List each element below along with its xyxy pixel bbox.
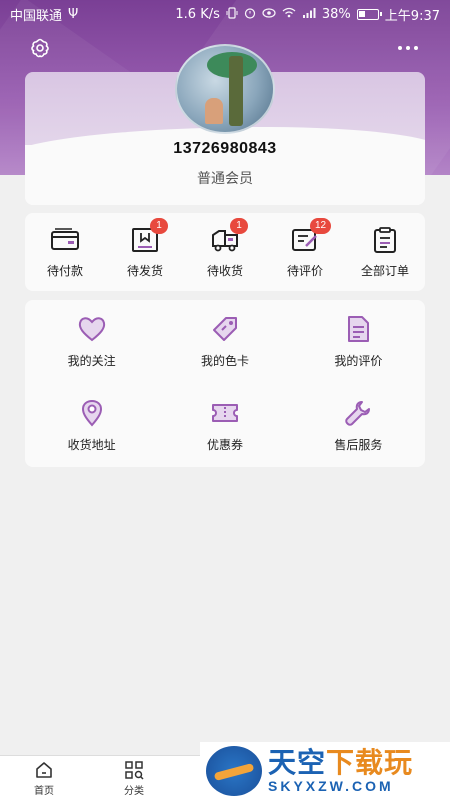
order-all[interactable]: 全部订单 [346,217,424,287]
location-pin-icon [81,399,102,427]
watermark-title: 天空下载玩 [268,748,413,778]
service-label: 收货地址 [67,437,116,452]
badge-count: 12 [310,217,332,234]
order-pending-review[interactable]: 12 待评价 [266,217,344,287]
signal-icon [302,7,316,21]
order-label: 待发货 [126,263,163,278]
nav-category[interactable]: 分类 [104,760,164,797]
service-favorites[interactable]: 我的关注 [25,300,158,384]
home-icon [36,762,52,778]
wrench-icon [345,400,371,426]
user-phone: 13726980843 [173,140,277,157]
order-label: 全部订单 [360,263,409,278]
clipboard-icon [374,226,396,253]
more-options-button[interactable] [394,40,422,56]
services-grid: 我的关注 我的色卡 我的评价 收货地址 优惠券 售后服务 [25,300,425,467]
service-label: 我的评价 [334,354,383,369]
service-address[interactable]: 收货地址 [25,384,158,468]
nav-label: 分类 [124,786,144,797]
watermark-text: 天空下载玩 SKYXZW.COM [268,748,413,795]
watermark-logo [206,746,262,796]
service-after-sales[interactable]: 售后服务 [292,384,425,468]
badge-count: 1 [150,217,168,234]
watermark-title-b: 下载玩 [326,746,414,779]
carrier-label: 中国联通 [10,8,63,24]
service-label: 售后服务 [334,437,383,452]
order-pending-payment[interactable]: 待付款 [26,217,104,287]
status-left: 中国联通 Ψ [10,5,78,24]
usb-icon: Ψ [68,6,79,22]
dot-icon [406,46,410,50]
order-label: 待评价 [286,263,323,278]
alarm-icon [244,7,256,22]
category-grid-icon [125,761,144,780]
service-coupons[interactable]: 优惠券 [158,384,291,468]
battery-icon [356,8,382,20]
network-speed: 1.6 K/s [175,6,220,22]
watermark-url: SKYXZW.COM [268,778,394,794]
battery-level [358,10,365,17]
settings-button[interactable] [28,36,52,60]
order-label: 待付款 [46,263,83,278]
eye-icon [262,7,276,21]
order-pending-receipt[interactable]: 1 待收货 [186,217,264,287]
order-pending-shipment[interactable]: 1 待发货 [106,217,184,287]
status-right: 1.6 K/s 38% 上午9:37 [175,5,440,24]
service-color-cards[interactable]: 我的色卡 [158,300,291,384]
status-bar: 中国联通 Ψ 1.6 K/s 38% 上午9:37 [0,0,450,28]
nav-label: 首页 [34,786,54,797]
service-label: 我的关注 [67,354,116,369]
wallet-icon [51,227,79,250]
document-icon [348,316,370,343]
battery-percent: 38% [321,6,351,22]
service-label: 我的色卡 [200,354,249,369]
tag-icon [212,317,237,342]
clock: 上午9:37 [384,8,440,24]
avatar[interactable] [175,44,275,134]
avatar-art [229,56,243,126]
dot-icon [398,46,402,50]
watermark-title-a: 天空 [268,746,327,779]
watermark: 天空下载玩 SKYXZW.COM [200,742,450,800]
wifi-icon [282,7,296,21]
service-label: 优惠券 [206,437,243,452]
badge-count: 1 [230,217,248,234]
service-my-reviews[interactable]: 我的评价 [292,300,425,384]
coupon-icon [211,403,238,422]
member-level: 普通会员 [197,171,253,187]
avatar-art [205,98,223,124]
orders-card: 待付款 1 待发货 1 待收货 12 待评价 全部订单 [25,213,425,291]
heart-icon [78,317,105,342]
order-label: 待收货 [206,263,243,278]
flower-gear-icon [31,38,49,58]
vibrate-icon [226,6,238,22]
nav-home[interactable]: 首页 [14,760,74,797]
dot-icon [414,46,418,50]
